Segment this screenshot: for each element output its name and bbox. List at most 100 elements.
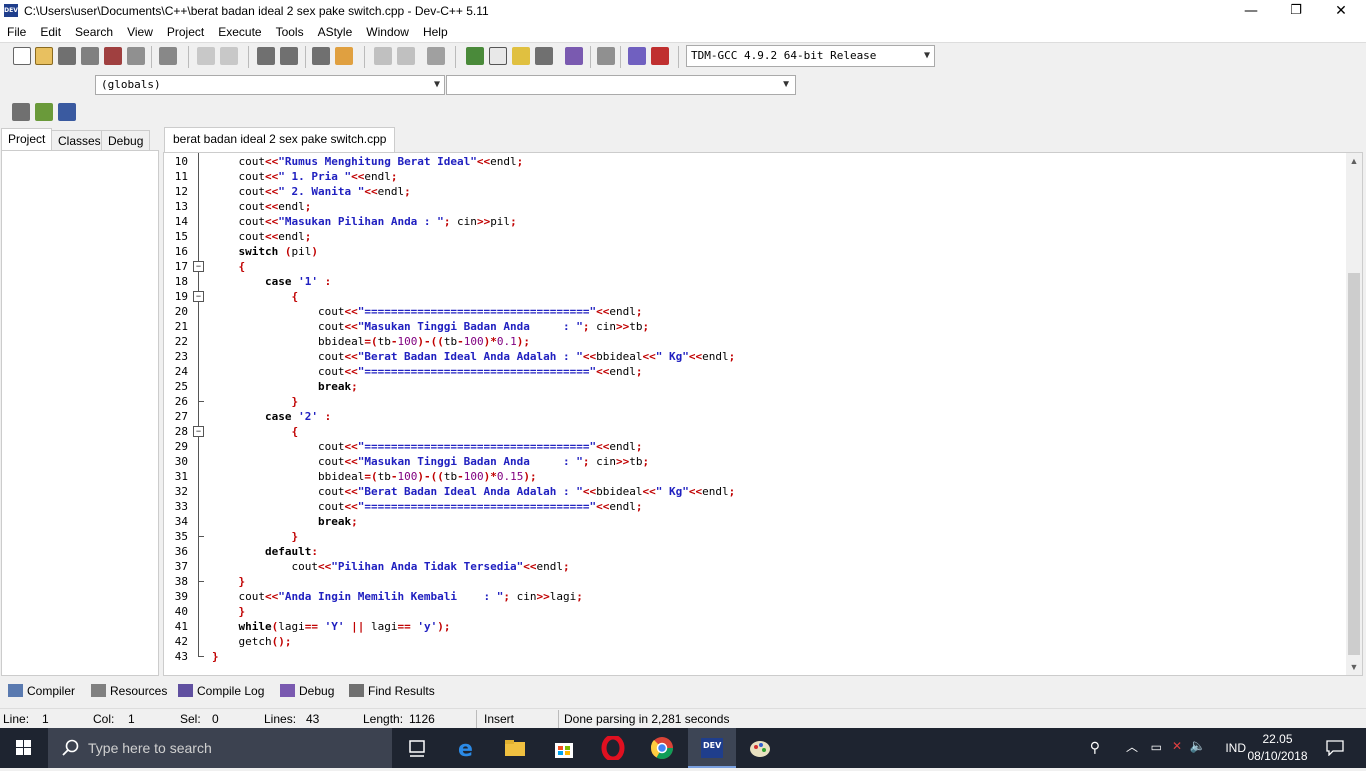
go-forward-icon[interactable] (397, 47, 415, 65)
syntax-check-icon[interactable] (565, 47, 583, 65)
store-icon[interactable] (552, 736, 576, 760)
print-icon[interactable] (159, 47, 177, 65)
code-line[interactable]: cout<<" 2. Wanita "<<endl; (212, 184, 410, 199)
code-line[interactable]: cout<<"=================================… (212, 364, 643, 379)
menu-window[interactable]: Window (359, 22, 416, 42)
add-to-project-icon[interactable] (35, 103, 53, 121)
menu-view[interactable]: View (120, 22, 160, 42)
code-line[interactable]: } (212, 649, 219, 664)
indent-icon[interactable] (312, 47, 330, 65)
maximize-button[interactable]: ❐ (1273, 0, 1319, 22)
tab-project[interactable]: Project (1, 128, 53, 151)
tab-compile-log[interactable]: Compile Log (174, 681, 268, 702)
code-line[interactable]: { (212, 289, 298, 304)
chrome-browser-icon[interactable] (650, 736, 674, 760)
minimize-button[interactable]: — (1228, 0, 1274, 22)
menu-project[interactable]: Project (160, 22, 211, 42)
paint-icon[interactable] (748, 736, 772, 760)
insert-code-icon[interactable] (12, 103, 30, 121)
code-line[interactable]: cout<<"Anda Ingin Memilih Kembali : "; c… (212, 589, 582, 604)
code-line[interactable]: case '2' : (212, 409, 331, 424)
toggle-bookmark-icon[interactable] (427, 47, 445, 65)
opera-browser-icon[interactable] (601, 736, 625, 760)
compile-icon[interactable] (466, 47, 484, 65)
close-file-icon[interactable] (104, 47, 122, 65)
project-tree[interactable] (1, 150, 159, 676)
code-line[interactable]: break; (212, 379, 358, 394)
code-line[interactable]: cout<<"Masukan Tinggi Badan Anda : "; ci… (212, 454, 649, 469)
code-editor[interactable]: 10 11 12 13 14 15 16 17 18 19 20 21 22 23 24 25 26 27 28 29… (163, 152, 1363, 676)
taskbar-search-box[interactable]: Type here to search (48, 728, 392, 768)
save-icon[interactable] (58, 47, 76, 65)
save-all-icon[interactable] (81, 47, 99, 65)
show-hidden-icons-chevron-icon[interactable]: ︿ (1126, 738, 1138, 755)
code-line[interactable]: } (212, 604, 246, 619)
edge-browser-icon[interactable]: e (456, 736, 480, 760)
menu-help[interactable]: Help (416, 22, 455, 42)
start-button[interactable] (0, 728, 48, 768)
code-line[interactable]: } (212, 574, 246, 589)
fold-collapse-icon[interactable]: − (193, 426, 204, 437)
taskbar-devcpp-active[interactable]: DEV (688, 728, 736, 768)
project-options-icon[interactable] (58, 103, 76, 121)
notification-center-icon[interactable] (1326, 740, 1344, 756)
vertical-scrollbar[interactable]: ▲ ▼ (1346, 153, 1362, 675)
menu-astyle[interactable]: AStyle (311, 22, 360, 42)
battery-icon[interactable]: ▭ (1151, 740, 1162, 754)
volume-icon[interactable]: 🔈 (1190, 738, 1206, 754)
tab-compiler[interactable]: Compiler (4, 681, 79, 702)
go-back-icon[interactable] (374, 47, 392, 65)
new-file-icon[interactable] (13, 47, 31, 65)
tab-resources[interactable]: Resources (87, 681, 171, 702)
redo-icon[interactable] (220, 47, 238, 65)
code-line[interactable]: switch (pil) (212, 244, 319, 259)
code-line[interactable]: case '1' : (212, 274, 331, 289)
scrollbar-thumb[interactable] (1348, 273, 1360, 655)
menu-execute[interactable]: Execute (211, 22, 268, 42)
unindent-icon[interactable] (335, 47, 353, 65)
run-icon[interactable] (489, 47, 507, 65)
close-all-icon[interactable] (127, 47, 145, 65)
people-icon[interactable]: ⚲ (1090, 739, 1100, 756)
code-line[interactable]: } (212, 394, 298, 409)
delete-profile-icon[interactable] (651, 47, 669, 65)
code-line[interactable]: bbideal=(tb-100)-((tb-100)*0.1); (212, 334, 530, 349)
menu-tools[interactable]: Tools (269, 22, 311, 42)
code-line[interactable]: { (212, 259, 246, 274)
code-line[interactable]: cout<<" 1. Pria "<<endl; (212, 169, 397, 184)
code-line[interactable]: bbideal=(tb-100)-((tb-100)*0.15); (212, 469, 537, 484)
code-line[interactable]: cout<<"Pilihan Anda Tidak Tersedia"<<end… (212, 559, 569, 574)
compiler-select[interactable]: TDM-GCC 4.9.2 64-bit Release ▼ (686, 45, 935, 67)
code-line[interactable]: cout<<"Berat Badan Ideal Anda Adalah : "… (212, 349, 735, 364)
open-file-icon[interactable] (35, 47, 53, 65)
file-explorer-icon[interactable] (503, 736, 527, 760)
code-line[interactable]: while(lagi== 'Y' || lagi== 'y'); (212, 619, 451, 634)
clock-date[interactable]: 08/10/2018 (1245, 749, 1310, 763)
function-select[interactable]: ▼ (446, 75, 796, 95)
close-button[interactable]: ✕ (1318, 0, 1364, 22)
tab-find-results[interactable]: Find Results (345, 681, 439, 702)
scope-select[interactable]: (globals) ▼ (95, 75, 445, 95)
scroll-down-icon[interactable]: ▼ (1346, 659, 1362, 675)
menu-search[interactable]: Search (68, 22, 120, 42)
menu-file[interactable]: File (0, 22, 33, 42)
code-line[interactable]: cout<<"=================================… (212, 304, 643, 319)
code-line[interactable]: cout<<"Masukan Tinggi Badan Anda : "; ci… (212, 319, 649, 334)
code-line[interactable]: } (212, 529, 298, 544)
fold-collapse-icon[interactable]: − (193, 291, 204, 302)
find-icon[interactable] (257, 47, 275, 65)
code-line[interactable]: cout<<"Berat Badan Ideal Anda Adalah : "… (212, 484, 735, 499)
replace-icon[interactable] (280, 47, 298, 65)
input-language[interactable]: IND (1225, 741, 1246, 755)
code-line[interactable]: cout<<endl; (212, 229, 311, 244)
code-line[interactable]: cout<<"=================================… (212, 439, 643, 454)
tab-classes[interactable]: Classes (51, 130, 108, 150)
code-line[interactable]: cout<<"=================================… (212, 499, 643, 514)
profile-chart-icon[interactable] (628, 47, 646, 65)
stop-execution-icon[interactable] (597, 47, 615, 65)
rebuild-all-icon[interactable] (535, 47, 553, 65)
code-line[interactable]: break; (212, 514, 358, 529)
code-line[interactable]: default: (212, 544, 318, 559)
code-line[interactable]: { (212, 424, 298, 439)
devcpp-app-icon[interactable]: DEV (4, 4, 18, 17)
